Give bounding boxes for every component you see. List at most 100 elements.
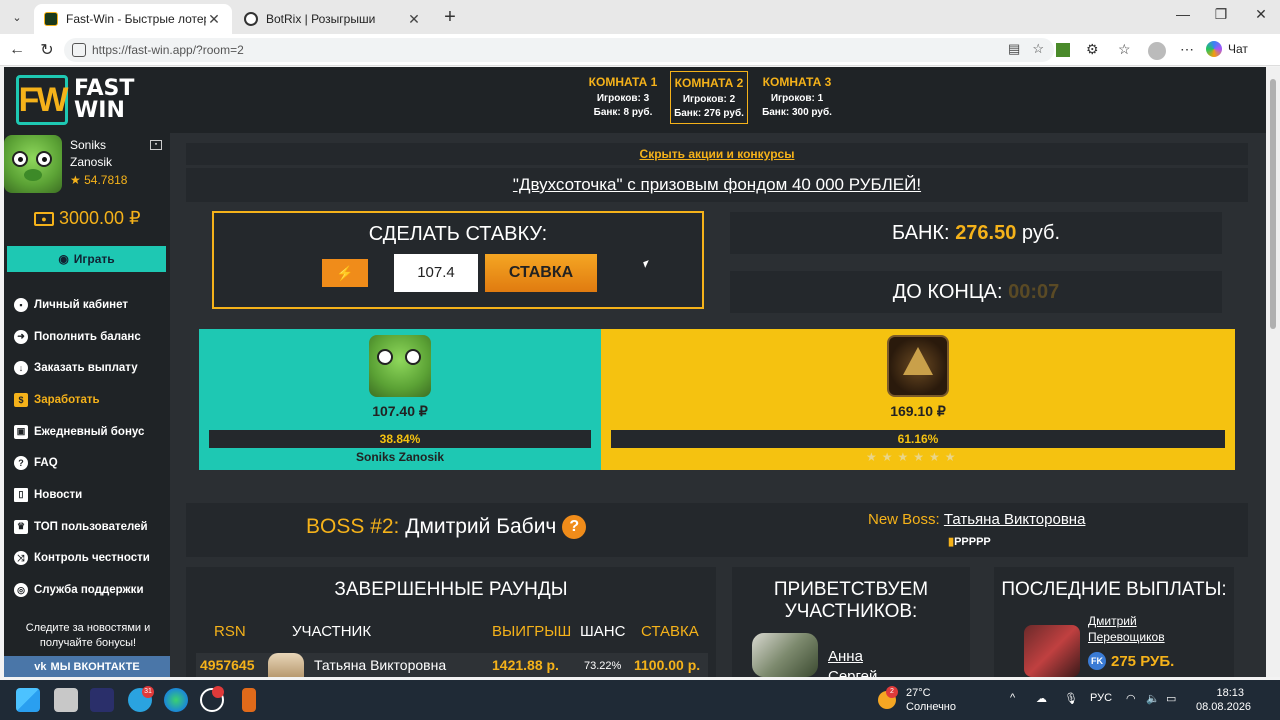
favorites-icon[interactable]: ☆ bbox=[1118, 41, 1131, 58]
close-icon[interactable]: ✕ bbox=[206, 11, 222, 28]
payout-user-name[interactable]: Дмитрий Перевощиков bbox=[1088, 613, 1188, 645]
boss-flags: ▮PPPPP bbox=[948, 535, 991, 548]
chevron-up-icon[interactable]: ^ bbox=[1010, 692, 1015, 704]
profile-avatar[interactable] bbox=[1148, 42, 1166, 60]
sidebar-item-withdraw[interactable]: ↓ Заказать выплату bbox=[14, 352, 150, 384]
game-arena: 107.40 ₽ 38.84% Soniks Zanosik 169.10 ₽ … bbox=[199, 329, 1235, 470]
temperature: 27°C bbox=[906, 687, 931, 699]
close-icon[interactable]: ✕ bbox=[406, 11, 422, 28]
col-rsn: RSN bbox=[214, 623, 246, 640]
page-scrollbar[interactable] bbox=[1266, 67, 1280, 677]
quick-bet-button[interactable]: ⚡ bbox=[322, 259, 368, 287]
tab-fast-win[interactable]: Fast-Win - Быстрые лотереи! Ком ✕ bbox=[34, 4, 232, 34]
sidebar-item-earn[interactable]: $ Заработать bbox=[14, 384, 150, 416]
contest-link[interactable]: "Двухсоточка" с призовым фондом 40 000 Р… bbox=[513, 175, 921, 194]
player-2-zone: 169.10 ₽ 61.16% ★★★★★★ bbox=[601, 329, 1235, 470]
mic-icon[interactable]: 🎙 bbox=[1064, 692, 1078, 705]
contest-banner: "Двухсоточка" с призовым фондом 40 000 Р… bbox=[186, 168, 1248, 202]
bank-label: БАНК: bbox=[891, 222, 950, 244]
vk-button[interactable]: vk МЫ ВКОНТАКТЕ bbox=[4, 656, 170, 677]
back-button[interactable]: ← bbox=[6, 39, 28, 61]
extensions-puzzle-icon[interactable]: ⚙ bbox=[1086, 41, 1099, 58]
sidebar-item-deposit[interactable]: ➜ Пополнить баланс bbox=[14, 321, 150, 353]
sidebar-item-label: Заказать выплату bbox=[34, 362, 138, 375]
microphone-app-icon[interactable] bbox=[242, 688, 256, 712]
edge-icon[interactable] bbox=[164, 688, 188, 712]
cloud-icon[interactable]: ☁ bbox=[1036, 692, 1047, 705]
sidebar-item-label: Новости bbox=[34, 488, 83, 501]
hide-promos-link[interactable]: Скрыть акции и конкурсы bbox=[640, 147, 795, 161]
start-icon[interactable] bbox=[16, 688, 40, 712]
sidebar-item-fairness[interactable]: ⤨ Контроль честности bbox=[14, 543, 150, 575]
wifi-icon[interactable]: ◠ bbox=[1126, 692, 1136, 705]
scrollbar-thumb[interactable] bbox=[1270, 79, 1276, 329]
logout-icon[interactable]: ▪ bbox=[150, 140, 162, 150]
shuffle-icon: ⤨ bbox=[14, 551, 28, 566]
avatar-snout bbox=[24, 169, 42, 181]
url-field[interactable]: https://fast-win.app/?room=2 ▤ ☆ bbox=[64, 38, 1054, 62]
sidebar-item-news[interactable]: ▯ Новости bbox=[14, 479, 150, 511]
question-icon: ? bbox=[14, 456, 28, 471]
site-logo[interactable]: FW FAST WIN bbox=[16, 75, 134, 125]
battery-icon[interactable]: ▭ bbox=[1166, 692, 1176, 705]
room-bank: Банк: 300 руб. bbox=[762, 107, 832, 118]
room-3-button[interactable]: КОМНАТА 3 Игроков: 1 Банк: 300 руб. bbox=[758, 71, 836, 124]
extension-icon[interactable] bbox=[1056, 43, 1070, 57]
new-boss-name[interactable]: Татьяна Викторовна bbox=[944, 511, 1086, 528]
room-name: КОМНАТА 3 bbox=[762, 75, 832, 89]
logo-line-2: WIN bbox=[74, 98, 125, 123]
telegram-badge: 31 bbox=[142, 686, 154, 698]
sidebar-item-daily-bonus[interactable]: ▣ Ежедневный бонус bbox=[14, 416, 150, 448]
language-indicator[interactable]: РУС bbox=[1090, 692, 1112, 704]
reader-mode-icon[interactable]: ▤ bbox=[1008, 41, 1020, 57]
tab-title: BotRix | Розыгрыши bbox=[266, 12, 376, 26]
weather-widget[interactable]: 2 27°C Солнечно bbox=[878, 686, 956, 714]
boss-current: BOSS #2: Дмитрий Бабич ? bbox=[306, 515, 587, 540]
user-avatar[interactable] bbox=[4, 135, 62, 193]
app-icon[interactable] bbox=[90, 688, 114, 712]
play-button[interactable]: ◉ Играть bbox=[7, 246, 166, 272]
player-1-zone: 107.40 ₽ 38.84% Soniks Zanosik bbox=[199, 329, 601, 470]
sidebar-item-top-users[interactable]: ♛ ТОП пользователей bbox=[14, 511, 150, 543]
new-tab-button[interactable]: + bbox=[440, 6, 460, 29]
maximize-button[interactable]: ❐ bbox=[1202, 6, 1240, 23]
clock[interactable]: 18:13 08.08.2026 bbox=[1196, 686, 1251, 714]
bank-unit: руб. bbox=[1021, 222, 1061, 244]
task-view-icon[interactable] bbox=[54, 688, 78, 712]
room-1-button[interactable]: КОМНАТА 1 Игроков: 3 Банк: 8 руб. bbox=[584, 71, 662, 124]
room-players: Игроков: 1 bbox=[770, 93, 824, 104]
minimize-button[interactable]: — bbox=[1164, 6, 1202, 22]
place-bet-button[interactable]: СТАВКА bbox=[485, 254, 597, 292]
help-icon[interactable]: ? bbox=[562, 515, 587, 540]
tab-actions-menu[interactable]: ⌄ bbox=[6, 7, 28, 27]
more-menu-icon[interactable]: ⋯ bbox=[1180, 41, 1194, 58]
favorite-star-icon[interactable]: ☆ bbox=[1032, 41, 1044, 57]
hide-promos-bar: Скрыть акции и конкурсы bbox=[186, 143, 1248, 165]
refresh-button[interactable]: ↻ bbox=[36, 39, 58, 61]
sidebar-item-cabinet[interactable]: ▪ Личный кабинет bbox=[14, 289, 150, 321]
sidebar-item-support[interactable]: ◎ Служба поддержки bbox=[14, 574, 150, 606]
new-user-name[interactable]: Анна Сергей bbox=[828, 647, 888, 677]
site-info-icon[interactable] bbox=[72, 43, 86, 57]
avatar-eye bbox=[36, 151, 52, 167]
avatar-eye bbox=[405, 349, 421, 365]
sidebar-item-faq[interactable]: ? FAQ bbox=[14, 447, 150, 479]
copilot-chat-button[interactable]: Чат bbox=[1206, 41, 1248, 57]
timer-label: ДО КОНЦА: bbox=[892, 281, 1003, 303]
row-user: Татьяна Викторовна bbox=[314, 657, 447, 673]
tab-botrix[interactable]: BotRix | Розыгрыши ✕ bbox=[234, 4, 432, 34]
sidebar-menu: ▪ Личный кабинет ➜ Пополнить баланс ↓ Заказ… bbox=[14, 289, 150, 606]
player-1-avatar bbox=[369, 335, 431, 397]
weather-text: Солнечно bbox=[906, 701, 956, 713]
obs-badge bbox=[212, 686, 224, 698]
username[interactable]: Soniks Zanosik bbox=[70, 137, 150, 171]
col-win: ВЫИГРЫШ bbox=[492, 623, 572, 640]
bet-amount-input[interactable]: 107.4 bbox=[394, 254, 478, 292]
sidebar-item-label: Служба поддержки bbox=[34, 584, 144, 597]
close-window-button[interactable]: ✕ bbox=[1242, 6, 1280, 23]
new-boss-label: New Boss: bbox=[868, 511, 940, 528]
avatar-eye bbox=[12, 151, 28, 167]
volume-icon[interactable]: 🔈 bbox=[1146, 692, 1160, 705]
room-2-button[interactable]: КОМНАТА 2 Игроков: 2 Банк: 276 руб. bbox=[670, 71, 748, 124]
table-row[interactable]: 4957645 Татьяна Викторовна 1421.88 р. 73… bbox=[196, 653, 708, 677]
